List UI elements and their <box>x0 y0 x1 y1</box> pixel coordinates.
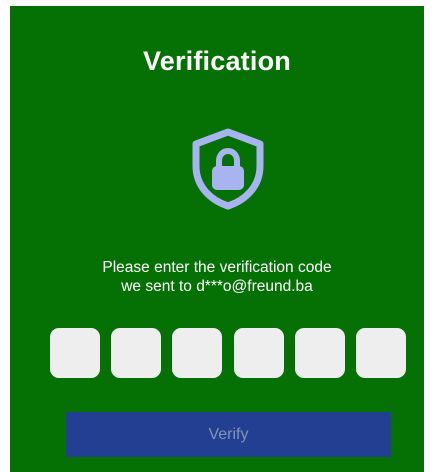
instruction-line-1: Please enter the verification code <box>102 259 332 276</box>
verify-button[interactable]: Verify <box>66 412 391 457</box>
code-digit-2[interactable] <box>111 328 162 378</box>
code-digit-4[interactable] <box>233 328 284 378</box>
page-title: Verification <box>143 46 291 76</box>
instruction-text: Please enter the verification code we se… <box>10 258 424 296</box>
verification-screen: Verification Please enter the verificati… <box>10 6 424 472</box>
code-digit-1[interactable] <box>50 328 100 378</box>
code-digit-5[interactable] <box>294 328 345 378</box>
code-digit-3[interactable] <box>172 328 223 378</box>
code-input-row <box>50 328 406 378</box>
shield-lock-icon <box>192 128 264 210</box>
instruction-line-2: we sent to d***o@freund.ba <box>121 278 313 295</box>
code-digit-6[interactable] <box>355 328 406 378</box>
